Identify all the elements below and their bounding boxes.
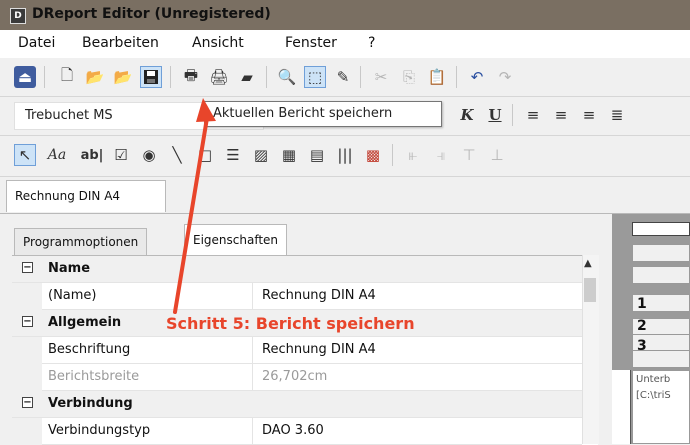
annotation-arrow (173, 98, 216, 314)
annotation-label: Schritt 5: Bericht speichern (166, 314, 415, 333)
